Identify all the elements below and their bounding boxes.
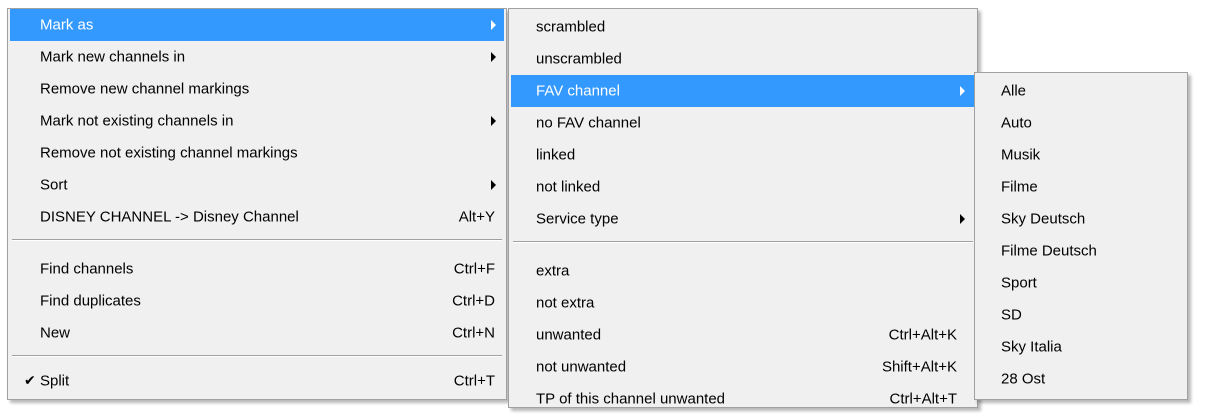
menu-item-mark-new-channels-in[interactable]: Mark new channels in <box>10 41 504 73</box>
menu-item-not-linked[interactable]: not linked <box>511 171 975 203</box>
fav-list-item[interactable]: Sport <box>977 267 1185 299</box>
menu-item-new[interactable]: New Ctrl+N <box>10 317 504 349</box>
mark-as-submenu: scrambled unscrambled FAV channel no FAV… <box>508 8 978 408</box>
menu-item-mark-as[interactable]: Mark as <box>10 9 504 41</box>
menu-separator <box>12 355 502 357</box>
menu-item-service-type[interactable]: Service type <box>511 203 975 235</box>
menu-item-shortcut: Ctrl+D <box>452 292 495 310</box>
menu-item-label: Sort <box>40 176 68 194</box>
menu-item-label: SD <box>1001 306 1022 324</box>
fav-list-item[interactable]: SD <box>977 299 1185 331</box>
menu-item-shortcut: Ctrl+T <box>453 372 495 390</box>
menu-item-label: Sky Deutsch <box>1001 210 1086 228</box>
menu-item-label: Mark new channels in <box>40 48 186 66</box>
fav-list-item[interactable]: Auto <box>977 107 1185 139</box>
menu-item-linked[interactable]: linked <box>511 139 975 171</box>
menu-item-label: Musik <box>1001 146 1041 164</box>
menu-item-label: extra <box>536 262 570 280</box>
menu-item-label: Mark as <box>40 16 94 34</box>
menu-item-label: Remove not existing channel markings <box>40 144 298 162</box>
menu-item-label: Find channels <box>40 260 134 278</box>
menu-item-shortcut: Shift+Alt+K <box>881 358 957 376</box>
menu-separator <box>513 241 973 243</box>
fav-list-item[interactable]: Filme <box>977 171 1185 203</box>
fav-list-item[interactable]: Alle <box>977 75 1185 107</box>
menu-item-label: not linked <box>536 178 601 196</box>
menu-item-shortcut: Ctrl+Alt+T <box>889 390 957 408</box>
menu-item-not-unwanted[interactable]: not unwanted Shift+Alt+K <box>511 351 975 383</box>
menu-item-not-extra[interactable]: not extra <box>511 287 975 319</box>
menu-item-remove-new-channel-markings[interactable]: Remove new channel markings <box>10 73 504 105</box>
context-menu: Mark as Mark new channels in Remove new … <box>7 8 507 400</box>
menu-item-label: scrambled <box>536 18 606 36</box>
menu-item-label: unscrambled <box>536 50 622 68</box>
menu-item-label: New <box>40 324 71 342</box>
submenu-arrow-icon <box>491 180 496 190</box>
menu-item-label: not extra <box>536 294 595 312</box>
submenu-arrow-icon <box>960 86 965 96</box>
submenu-arrow-icon <box>491 20 496 30</box>
menu-item-label: not unwanted <box>536 358 627 376</box>
fav-list-item[interactable]: Musik <box>977 139 1185 171</box>
menu-item-label: 28 Ost <box>1001 370 1046 388</box>
menu-item-scrambled[interactable]: scrambled <box>511 11 975 43</box>
menu-item-find-duplicates[interactable]: Find duplicates Ctrl+D <box>10 285 504 317</box>
menu-item-rename-channel[interactable]: DISNEY CHANNEL -> Disney Channel Alt+Y <box>10 201 504 233</box>
menu-item-label: Filme <box>1001 178 1038 196</box>
menu-item-find-channels[interactable]: Find channels Ctrl+F <box>10 253 504 285</box>
menu-item-label: Remove new channel markings <box>40 80 250 98</box>
menu-item-no-fav-channel[interactable]: no FAV channel <box>511 107 975 139</box>
menu-item-extra[interactable]: extra <box>511 255 975 287</box>
submenu-arrow-icon <box>491 52 496 62</box>
fav-channel-submenu: Alle Auto Musik Filme Sky Deutsch Filme … <box>974 72 1188 400</box>
fav-list-item[interactable]: Sky Deutsch <box>977 203 1185 235</box>
menu-item-tp-unwanted[interactable]: TP of this channel unwanted Ctrl+Alt+T <box>511 383 975 415</box>
menu-item-label: linked <box>536 146 576 164</box>
menu-item-unscrambled[interactable]: unscrambled <box>511 43 975 75</box>
menu-item-label: unwanted <box>536 326 602 344</box>
menu-separator <box>12 239 502 241</box>
menu-item-label: Auto <box>1001 114 1032 132</box>
menu-item-label: no FAV channel <box>536 114 641 132</box>
submenu-arrow-icon <box>491 116 496 126</box>
menu-item-label: Sky Italia <box>1001 338 1062 356</box>
menu-item-label: Alle <box>1001 82 1027 100</box>
menu-item-label: Split <box>40 372 70 390</box>
checkmark-icon: ✔ <box>24 373 36 389</box>
menu-item-label: TP of this channel unwanted <box>536 390 726 408</box>
menu-item-shortcut: Ctrl+N <box>452 324 495 342</box>
menu-item-unwanted[interactable]: unwanted Ctrl+Alt+K <box>511 319 975 351</box>
menu-item-label: Mark not existing channels in <box>40 112 234 130</box>
fav-list-item[interactable]: Filme Deutsch <box>977 235 1185 267</box>
fav-list-item[interactable]: Sky Italia <box>977 331 1185 363</box>
menu-item-fav-channel[interactable]: FAV channel <box>511 75 975 107</box>
submenu-arrow-icon <box>960 214 965 224</box>
menu-item-shortcut: Ctrl+F <box>453 260 495 278</box>
menu-item-label: Sport <box>1001 274 1037 292</box>
menu-item-mark-not-existing-channels-in[interactable]: Mark not existing channels in <box>10 105 504 137</box>
menu-item-label: Find duplicates <box>40 292 141 310</box>
menu-item-label: DISNEY CHANNEL -> Disney Channel <box>40 208 299 226</box>
menu-item-split[interactable]: ✔ Split Ctrl+T <box>10 365 504 397</box>
menu-item-label: Filme Deutsch <box>1001 242 1097 260</box>
menu-item-label: FAV channel <box>536 82 620 100</box>
menu-item-shortcut: Alt+Y <box>458 208 495 226</box>
menu-item-shortcut: Ctrl+Alt+K <box>888 326 957 344</box>
menu-item-label: Service type <box>536 210 619 228</box>
fav-list-item[interactable]: 28 Ost <box>977 363 1185 395</box>
menu-item-sort[interactable]: Sort <box>10 169 504 201</box>
menu-item-remove-not-existing-channel-markings[interactable]: Remove not existing channel markings <box>10 137 504 169</box>
